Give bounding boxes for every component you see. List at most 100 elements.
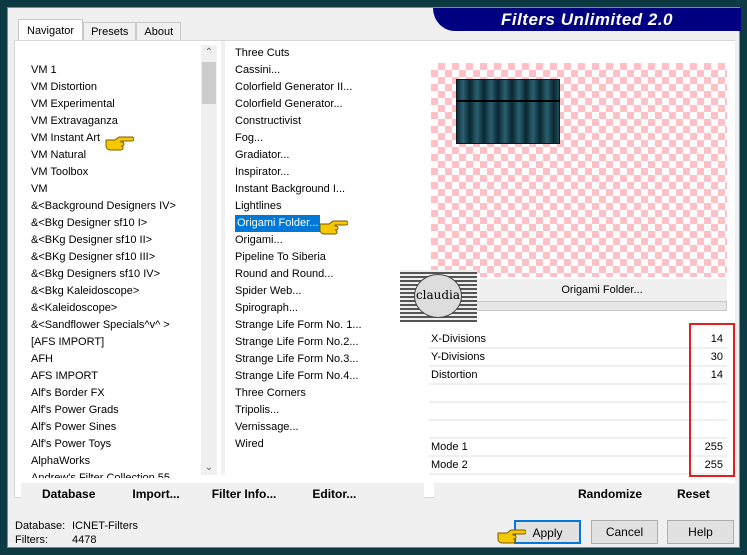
category-item[interactable]: AlphaWorks xyxy=(29,453,199,470)
editor-button[interactable]: Editor... xyxy=(312,483,356,505)
watermark-logo: claudia xyxy=(400,270,477,322)
category-item[interactable]: Alf's Border FX xyxy=(29,385,199,402)
filter-info-button[interactable]: Filter Info... xyxy=(212,483,277,505)
category-item[interactable]: AFS IMPORT xyxy=(29,368,199,385)
category-scrollbar[interactable]: ⌃ ⌄ xyxy=(201,45,217,475)
category-item[interactable]: AFH xyxy=(29,351,199,368)
parameter-row[interactable]: Y-Divisions 30 xyxy=(429,349,727,367)
filter-item[interactable]: Colorfield Generator... xyxy=(233,96,423,113)
parameter-row[interactable]: Distortion 14 xyxy=(429,367,727,385)
category-item[interactable]: &<Bkg Designer sf10 I> xyxy=(29,215,199,232)
cancel-button[interactable]: Cancel xyxy=(591,520,658,544)
filter-list[interactable]: Three Cuts Cassini... Colorfield Generator… xyxy=(233,45,423,475)
category-item[interactable]: VM Distortion xyxy=(29,79,199,96)
parameter-row[interactable] xyxy=(429,403,727,421)
filter-label: Constructivist xyxy=(235,115,302,127)
category-item[interactable]: &<Background Designers IV> xyxy=(29,198,199,215)
category-item[interactable]: &<BKg Designer sf10 III> xyxy=(29,249,199,266)
filter-label: Tripolis... xyxy=(235,404,280,416)
filter-item[interactable]: Strange Life Form No.2... xyxy=(233,334,423,351)
filter-label: Cassini... xyxy=(235,64,281,76)
category-list[interactable]: VM 1 VM Distortion VM Experimental VM Extra… xyxy=(29,62,199,478)
filter-label: Fog... xyxy=(235,132,264,144)
category-label: Alf's Power Sines xyxy=(31,421,117,433)
filter-item[interactable]: Colorfield Generator II... xyxy=(233,79,423,96)
category-item[interactable]: Alf's Power Grads xyxy=(29,402,199,419)
filter-label: Three Corners xyxy=(235,387,306,399)
category-label: Andrew's Filter Collection 55 xyxy=(31,472,171,478)
filter-item[interactable]: Wired xyxy=(233,436,423,453)
filter-item[interactable]: Fog... xyxy=(233,130,423,147)
filter-item[interactable]: Spider Web... xyxy=(233,283,423,300)
filter-item[interactable]: Gradiator... xyxy=(233,147,423,164)
scroll-down-icon[interactable]: ⌄ xyxy=(201,462,217,473)
filter-label: Colorfield Generator II... xyxy=(235,81,353,93)
category-label: &<BKg Designer sf10 II> xyxy=(31,234,153,246)
filter-item[interactable]: Three Corners xyxy=(233,385,423,402)
list-toolbar: Database Import... Filter Info... Editor… xyxy=(21,483,424,505)
filter-item[interactable]: Tripolis... xyxy=(233,402,423,419)
category-item[interactable]: &<BKg Designer sf10 II> xyxy=(29,232,199,249)
filter-item[interactable]: Inspirator... xyxy=(233,164,423,181)
filter-item[interactable]: Spirograph... xyxy=(233,300,423,317)
filter-item[interactable]: Round and Round... xyxy=(233,266,423,283)
tab-navigator[interactable]: Navigator xyxy=(18,19,84,41)
filter-label: Strange Life Form No. 1... xyxy=(235,319,362,331)
filter-label: Colorfield Generator... xyxy=(235,98,343,110)
filter-item[interactable]: Strange Life Form No.4... xyxy=(233,368,423,385)
category-label: Alf's Power Grads xyxy=(31,404,119,416)
category-label: VM Toolbox xyxy=(31,166,89,178)
category-item[interactable]: VM 1 xyxy=(29,62,199,79)
filter-item[interactable]: Instant Background I... xyxy=(233,181,423,198)
category-item[interactable]: VM xyxy=(29,181,199,198)
filter-item[interactable]: Strange Life Form No.3... xyxy=(233,351,423,368)
category-item[interactable]: Alf's Power Toys xyxy=(29,436,199,453)
parameter-row[interactable] xyxy=(429,421,727,439)
tab-presets[interactable]: Presets xyxy=(83,22,137,41)
filter-label: Strange Life Form No.2... xyxy=(235,336,359,348)
parameter-row[interactable]: Mode 2 255 xyxy=(429,457,727,475)
scroll-up-icon[interactable]: ⌃ xyxy=(201,47,217,58)
pointing-hand-icon xyxy=(105,136,134,151)
parameter-row[interactable]: Mode 1 255 xyxy=(429,439,727,457)
filter-label: Inspirator... xyxy=(235,166,290,178)
filter-item[interactable]: Lightlines xyxy=(233,198,423,215)
category-label: [AFS IMPORT] xyxy=(31,336,105,348)
category-item[interactable]: &<Kaleidoscope> xyxy=(29,300,199,317)
parameter-row[interactable]: X-Divisions 14 xyxy=(429,331,727,349)
category-item[interactable]: Andrew's Filter Collection 55 xyxy=(29,470,199,478)
database-button[interactable]: Database xyxy=(42,483,95,505)
filter-item[interactable]: Constructivist xyxy=(233,113,423,130)
category-item[interactable]: &<Bkg Kaleidoscope> xyxy=(29,283,199,300)
category-item[interactable]: &<Bkg Designers sf10 IV> xyxy=(29,266,199,283)
filters-count-value: 4478 xyxy=(72,534,97,546)
filter-item[interactable]: Cassini... xyxy=(233,62,423,79)
filter-label: Spirograph... xyxy=(235,302,298,314)
filter-item[interactable]: Pipeline To Siberia xyxy=(233,249,423,266)
filter-item[interactable]: Three Cuts xyxy=(233,45,423,62)
category-label: &<Background Designers IV> xyxy=(31,200,176,212)
randomize-button[interactable]: Randomize xyxy=(578,483,642,505)
category-item[interactable]: Alf's Power Sines xyxy=(29,419,199,436)
category-item[interactable]: [AFS IMPORT] xyxy=(29,334,199,351)
pointing-hand-icon xyxy=(497,529,526,544)
parameter-label: Distortion xyxy=(431,369,478,381)
category-item[interactable]: VM Toolbox xyxy=(29,164,199,181)
filter-label: Origami... xyxy=(235,234,283,246)
category-item[interactable]: VM Experimental xyxy=(29,96,199,113)
filter-item[interactable]: Strange Life Form No. 1... xyxy=(233,317,423,334)
scrollbar-thumb[interactable] xyxy=(202,62,216,104)
filters-count-label: Filters: xyxy=(15,534,48,546)
filter-item[interactable]: Vernissage... xyxy=(233,419,423,436)
help-button[interactable]: Help xyxy=(667,520,734,544)
category-item[interactable]: VM Extravaganza xyxy=(29,113,199,130)
pointing-hand-icon xyxy=(319,220,348,235)
parameter-row[interactable] xyxy=(429,385,727,403)
category-label: &<BKg Designer sf10 III> xyxy=(31,251,156,263)
tab-about[interactable]: About xyxy=(136,22,182,41)
category-label: AlphaWorks xyxy=(31,455,91,467)
import-button[interactable]: Import... xyxy=(132,483,179,505)
category-item[interactable]: &<Sandflower Specials^v^ > xyxy=(29,317,199,334)
reset-button[interactable]: Reset xyxy=(677,483,710,505)
filter-label: Strange Life Form No.4... xyxy=(235,370,359,382)
